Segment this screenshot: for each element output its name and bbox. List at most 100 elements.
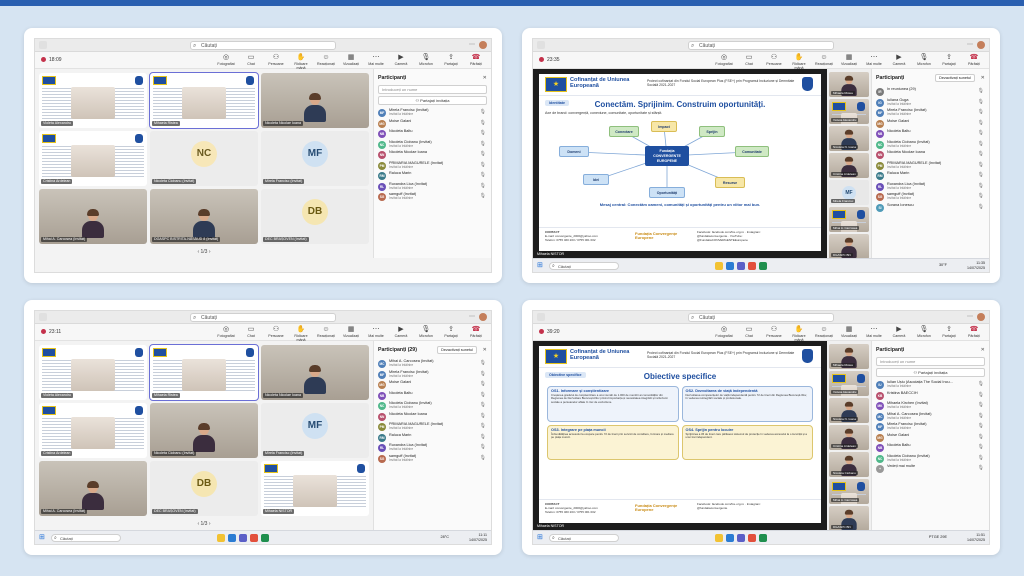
participant-row[interactable]: NC Nicoleta Ciobanu (Invitat) Invitat la î… — [876, 140, 985, 151]
file-explorer-icon[interactable] — [217, 534, 225, 542]
toolbar-button-chat[interactable]: ▭ Chat — [738, 325, 760, 342]
microphone-muted-icon[interactable]: 🎙 — [978, 435, 984, 439]
toolbar-button-camera-shot[interactable]: ◎ Fotografiat — [215, 53, 237, 70]
windows-start-icon[interactable]: ⊞ — [537, 262, 543, 270]
microphone-muted-icon[interactable]: 🎙 — [480, 142, 486, 146]
participant-row[interactable]: PM PRIMARIA MAGURELE (Invitat) Invitat la … — [378, 422, 487, 433]
video-tile[interactable]: Mihaela Ristea — [150, 345, 258, 400]
chrome-icon[interactable] — [250, 534, 258, 542]
microphone-muted-icon[interactable]: 🎙 — [978, 403, 984, 407]
microphone-muted-icon[interactable]: 🎙 — [978, 194, 984, 198]
participant-row[interactable]: MG Moise Galani 🎙 — [876, 119, 985, 130]
video-tile[interactable]: NC Nicoleta Ciobanu (Invitat) — [150, 131, 258, 186]
participant-row[interactable]: NC Nicoleta Ciobanu (Invitat) Invitat la î… — [378, 401, 487, 412]
microphone-muted-icon[interactable]: 🎙 — [978, 121, 984, 125]
toolbar-button-leave-call[interactable]: ☎ Părăsiți — [465, 53, 487, 70]
toolbar-button-video-camera[interactable]: ▶ Cameră — [888, 325, 910, 342]
toolbar-button-video-camera[interactable]: ▶ Cameră — [390, 325, 412, 342]
toolbar-button-leave-call[interactable]: ☎ Părăsiți — [963, 53, 985, 70]
microphone-muted-icon[interactable]: 🎙 — [978, 382, 984, 386]
toolbar-button-microphone[interactable]: 🎙 Microfon — [415, 53, 437, 70]
microphone-muted-icon[interactable]: 🎙 — [978, 173, 984, 177]
close-icon[interactable]: ✕ — [981, 73, 985, 83]
video-tile[interactable]: Violeta Alexandru — [39, 73, 147, 128]
participant-row[interactable]: MF Mirela Francisc (Invitat) Invitat la în… — [378, 370, 487, 381]
microphone-muted-icon[interactable]: 🎙 — [978, 100, 984, 104]
video-tile[interactable]: Mihai A. Carcosea (Invitat) — [39, 189, 147, 244]
mute-all-dropdown[interactable]: Dezactivați sunetul — [935, 74, 975, 82]
participant-row[interactable]: IR In reuniunea (29) 🎙 — [876, 87, 985, 98]
participant-row[interactable]: MF Mirela Francisc (Invitat) Invitat la în… — [378, 108, 487, 119]
toolbar-button-leave-call[interactable]: ☎ Părăsiți — [465, 325, 487, 342]
video-tile[interactable]: DGASPC BISTRITA-NĂSĂUD 8 (Invitat) — [150, 189, 258, 244]
participant-row[interactable]: NC Nicoleta Ciobanu (Invitat) Invitat la î… — [378, 140, 487, 151]
excel-icon[interactable] — [261, 534, 269, 542]
global-search[interactable]: ⌕ Căutați — [688, 41, 834, 50]
microphone-muted-icon[interactable]: 🎙 — [978, 184, 984, 188]
toolbar-button-share-screen[interactable]: ⇪ Partajați — [938, 325, 960, 342]
participant-search-input[interactable]: Introduceți un nume — [876, 357, 985, 366]
toolbar-button-leave-call[interactable]: ☎ Părăsiți — [963, 325, 985, 342]
microphone-muted-icon[interactable]: 🎙 — [480, 414, 486, 418]
participant-row[interactable]: MC Mihai A. Carcosea (Invitat) Invitat la … — [378, 359, 487, 370]
participant-row[interactable]: NB Nicoleta Baltu 🎙 — [876, 129, 985, 140]
microphone-muted-icon[interactable]: 🎙 — [978, 142, 984, 146]
windows-start-icon[interactable]: ⊞ — [39, 534, 45, 542]
participant-row[interactable]: RM Raluca Marin 🎙 — [876, 171, 985, 182]
toolbar-button-more[interactable]: ⋯ Mai multe — [863, 53, 885, 70]
user-avatar[interactable] — [479, 313, 487, 321]
participant-row[interactable]: NC Nicoleta Ciobanu (Invitat) Invitat la î… — [876, 454, 985, 465]
windows-start-icon[interactable]: ⊞ — [537, 534, 543, 542]
toolbar-button-chat[interactable]: ▭ Chat — [240, 325, 262, 342]
participant-row[interactable]: NN Nicoleta Nicolae Ioana 🎙 — [876, 150, 985, 161]
microphone-muted-icon[interactable]: 🎙 — [480, 372, 486, 376]
participant-row[interactable]: NN Nicoleta Nicolae Ioana 🎙 — [378, 412, 487, 423]
microphone-muted-icon[interactable]: 🎙 — [480, 173, 486, 177]
toolbar-button-share-screen[interactable]: ⇪ Partajați — [440, 53, 462, 70]
microphone-muted-icon[interactable]: 🎙 — [978, 424, 984, 428]
microphone-muted-icon[interactable]: 🎙 — [978, 456, 984, 460]
global-search[interactable]: ⌕ Căutați — [190, 313, 336, 322]
toolbar-button-people[interactable]: ⚇ Persoane — [265, 325, 287, 342]
participant-row[interactable]: NN Nicoleta Nicolae Ioana 🎙 — [378, 150, 487, 161]
participant-row[interactable]: NB Nicoleta Baltu 🎙 — [378, 391, 487, 402]
toolbar-button-view[interactable]: ▦ Vizualizați — [838, 53, 860, 70]
file-explorer-icon[interactable] — [715, 534, 723, 542]
video-thumbnail[interactable]: Nicoleta Ciobanu — [829, 452, 869, 477]
video-tile[interactable]: Violeta Alexandru — [39, 345, 147, 400]
close-icon[interactable]: ✕ — [981, 345, 985, 355]
participant-row[interactable]: MC Mihai A. Carcosea (Invitat) Invitat la … — [876, 412, 985, 423]
video-tile[interactable]: DB DEC BRAȘOVEN (Invitat) — [150, 461, 258, 516]
share-invite-button[interactable]: ⚇ Partajați invitația — [378, 96, 487, 105]
toolbar-button-more[interactable]: ⋯ Mai multe — [365, 325, 387, 342]
user-avatar[interactable] — [977, 41, 985, 49]
microphone-muted-icon[interactable]: 🎙 — [480, 131, 486, 135]
toolbar-button-microphone[interactable]: 🎙 Microfon — [913, 325, 935, 342]
video-thumbnail[interactable]: Mihaela Ristea — [829, 72, 869, 97]
microphone-muted-icon[interactable]: 🎙 — [978, 393, 984, 397]
weather-widget[interactable]: 30°F — [939, 263, 947, 267]
microphone-muted-icon[interactable]: 🎙 — [978, 89, 984, 93]
video-tile[interactable]: Nicoleta Nicolae Ioana — [261, 345, 369, 400]
participant-row[interactable]: MK Mihaela Kirchen (Invitat) Invitat la în… — [876, 401, 985, 412]
toolbar-button-more[interactable]: ⋯ Mai multe — [863, 325, 885, 342]
video-tile[interactable]: Nicoleta Ciobanu (Invitat) — [150, 403, 258, 458]
microphone-muted-icon[interactable]: 🎙 — [480, 393, 486, 397]
teams-icon[interactable] — [737, 534, 745, 542]
participant-row[interactable]: + Vedeți mai multe 🎙 — [876, 464, 985, 475]
video-thumbnail[interactable]: DGASPC BN — [829, 506, 869, 530]
video-thumbnail[interactable]: Mihai A. Carcosea — [829, 207, 869, 232]
grid-pager[interactable]: ‹ 1/3 › — [35, 249, 373, 255]
participant-row[interactable]: RL Ruxandra Lica (Invitat) Invitat la întâ… — [876, 182, 985, 193]
participant-row[interactable]: MG Moise Galani 🎙 — [378, 380, 487, 391]
weather-widget[interactable]: PTGE 29E — [929, 535, 947, 539]
video-thumbnail[interactable]: Cristina Ardelean — [829, 425, 869, 450]
microphone-muted-icon[interactable]: 🎙 — [978, 414, 984, 418]
toolbar-button-view[interactable]: ▦ Vizualizați — [340, 53, 362, 70]
video-thumbnail[interactable]: Nicoleta N. Ioana — [829, 398, 869, 423]
teams-icon[interactable] — [737, 262, 745, 270]
video-thumbnail[interactable]: MF Mirela Francisc — [829, 180, 869, 205]
toolbar-button-chat[interactable]: ▭ Chat — [240, 53, 262, 70]
participant-row[interactable]: RM Raluca Marin 🎙 — [378, 171, 487, 182]
share-invite-button[interactable]: ⚇ Partajați invitația — [876, 368, 985, 377]
